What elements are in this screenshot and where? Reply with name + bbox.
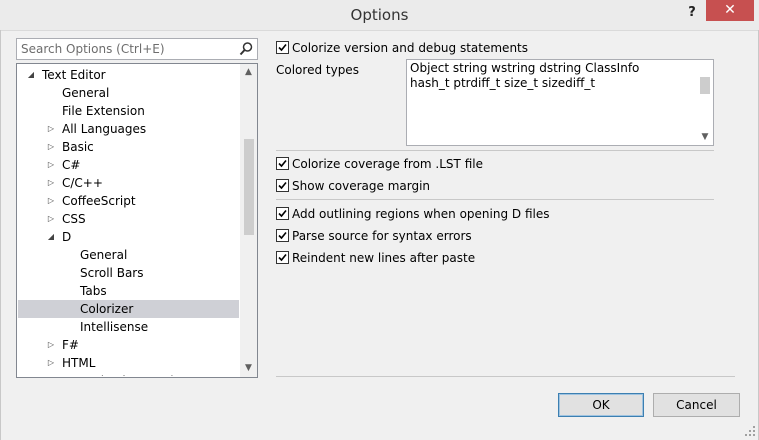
scroll-up-icon[interactable]: ▲ bbox=[240, 64, 257, 81]
tree-item[interactable]: ▷ All Languages bbox=[18, 120, 239, 138]
tree-item[interactable]: Scroll Bars bbox=[18, 264, 239, 282]
scrollbar-thumb[interactable] bbox=[244, 139, 254, 235]
tree-item-label: C# bbox=[62, 158, 81, 172]
cancel-button[interactable]: Cancel bbox=[653, 393, 740, 417]
reindent-checkbox[interactable] bbox=[276, 251, 289, 264]
tree-item-label: File Extension bbox=[62, 104, 145, 118]
colorize-coverage-label: Colorize coverage from .LST file bbox=[292, 157, 483, 171]
show-coverage-margin-checkbox[interactable] bbox=[276, 179, 289, 192]
collapsed-arrow-icon[interactable]: ▷ bbox=[46, 174, 56, 192]
search-box[interactable] bbox=[16, 38, 258, 60]
tree-item[interactable]: ▷ CSS bbox=[18, 210, 239, 228]
tree-item-label: HTML bbox=[62, 356, 96, 370]
tree-item-label: CoffeeScript bbox=[62, 194, 136, 208]
help-button[interactable]: ? bbox=[681, 3, 703, 23]
reindent-label: Reindent new lines after paste bbox=[292, 251, 476, 265]
collapsed-arrow-icon[interactable]: ▷ bbox=[46, 336, 56, 354]
scroll-down-icon[interactable]: ▼ bbox=[240, 360, 257, 377]
tree-item[interactable]: General bbox=[18, 84, 239, 102]
tree-item-label: General bbox=[62, 86, 110, 100]
tree-item-label: All Languages bbox=[62, 122, 147, 136]
tree-item[interactable]: ▷ HTML bbox=[18, 354, 239, 372]
tree-item[interactable]: File Extension bbox=[18, 102, 239, 120]
colored-types-line-2: hash_t ptrdiff_t size_t sizediff_t bbox=[410, 76, 596, 90]
collapsed-arrow-icon[interactable]: ▷ bbox=[46, 120, 56, 138]
title-bar: Options ? ✕ bbox=[0, 0, 759, 31]
tree-item[interactable]: Colorizer bbox=[18, 300, 239, 318]
collapsed-arrow-icon[interactable]: ▷ bbox=[46, 138, 56, 156]
tree-item[interactable]: ▷ F# bbox=[18, 336, 239, 354]
tree-item-label: General bbox=[80, 248, 128, 262]
resize-grip-icon[interactable] bbox=[744, 425, 756, 437]
tree-item-label: CSS bbox=[62, 212, 86, 226]
scrollbar-thumb[interactable] bbox=[700, 77, 710, 94]
search-icon[interactable] bbox=[238, 41, 254, 57]
tree-item-label: F# bbox=[62, 338, 79, 352]
colored-types-line-1: Object string wstring dstring ClassInfo bbox=[410, 61, 640, 75]
bottom-separator bbox=[276, 376, 735, 377]
tree-item-label: Scroll Bars bbox=[80, 266, 144, 280]
window-border-left bbox=[0, 30, 1, 440]
tree-item[interactable]: ▷ C/C++ bbox=[18, 174, 239, 192]
tree-item[interactable]: ▷ Basic bbox=[18, 138, 239, 156]
tree-item[interactable]: ◢ Text Editor bbox=[18, 66, 239, 84]
expanded-arrow-icon[interactable]: ◢ bbox=[26, 66, 36, 84]
tree-item[interactable]: General bbox=[18, 246, 239, 264]
scroll-down-icon[interactable]: ▼ bbox=[697, 129, 713, 145]
tree-item-label: C/C++ bbox=[62, 176, 103, 190]
parse-source-checkbox[interactable] bbox=[276, 229, 289, 242]
colorize-version-checkbox[interactable] bbox=[276, 41, 289, 54]
tree-item[interactable]: ◢ D bbox=[18, 228, 239, 246]
show-coverage-margin-label: Show coverage margin bbox=[292, 179, 431, 193]
tree-item-label: Text Editor bbox=[42, 68, 106, 82]
ok-button[interactable]: OK bbox=[558, 393, 644, 417]
colored-types-label: Colored types bbox=[276, 63, 359, 77]
tree-item[interactable]: ▷ C# bbox=[18, 156, 239, 174]
collapsed-arrow-icon[interactable]: ▷ bbox=[46, 210, 56, 228]
tree-item-label: Intellisense bbox=[80, 320, 149, 334]
tree-item-label: Colorizer bbox=[80, 302, 134, 316]
options-tree[interactable]: ◢ Text Editor General File Extension ▷ All La… bbox=[16, 63, 258, 378]
tree-item[interactable]: Tabs bbox=[18, 282, 239, 300]
outlining-label: Add outlining regions when opening D fil… bbox=[292, 207, 550, 221]
tree-item[interactable]: ▷ CoffeeScript bbox=[18, 192, 239, 210]
tree-item-label: Basic bbox=[62, 140, 94, 154]
colorize-version-label: Colorize version and debug statements bbox=[292, 41, 529, 55]
collapsed-arrow-icon[interactable]: ▷ bbox=[46, 372, 56, 376]
expanded-arrow-icon[interactable]: ◢ bbox=[46, 228, 56, 246]
parse-source-label: Parse source for syntax errors bbox=[292, 229, 472, 243]
outlining-checkbox[interactable] bbox=[276, 207, 289, 220]
colorize-coverage-checkbox[interactable] bbox=[276, 157, 289, 170]
search-input[interactable] bbox=[17, 39, 239, 59]
tree-item-label: Tabs bbox=[80, 284, 107, 298]
close-button[interactable]: ✕ bbox=[706, 0, 754, 21]
tree-item-label: HTML (Web Forms) bbox=[62, 372, 175, 376]
tree-items: ◢ Text Editor General File Extension ▷ All La… bbox=[18, 66, 239, 376]
collapsed-arrow-icon[interactable]: ▷ bbox=[46, 354, 56, 372]
colored-types-textbox[interactable]: Object string wstring dstring ClassInfo … bbox=[406, 59, 714, 146]
close-icon: ✕ bbox=[724, 2, 736, 18]
separator bbox=[276, 199, 714, 200]
tree-item-label: D bbox=[62, 230, 72, 244]
tree-item[interactable]: ▷ HTML (Web Forms) bbox=[18, 372, 239, 376]
colored-types-scrollbar[interactable]: ▼ bbox=[697, 60, 713, 145]
tree-item[interactable]: Intellisense bbox=[18, 318, 239, 336]
collapsed-arrow-icon[interactable]: ▷ bbox=[46, 156, 56, 174]
collapsed-arrow-icon[interactable]: ▷ bbox=[46, 192, 56, 210]
tree-scrollbar[interactable]: ▲ ▼ bbox=[240, 64, 257, 377]
window-title: Options bbox=[350, 6, 409, 24]
separator bbox=[276, 150, 714, 151]
